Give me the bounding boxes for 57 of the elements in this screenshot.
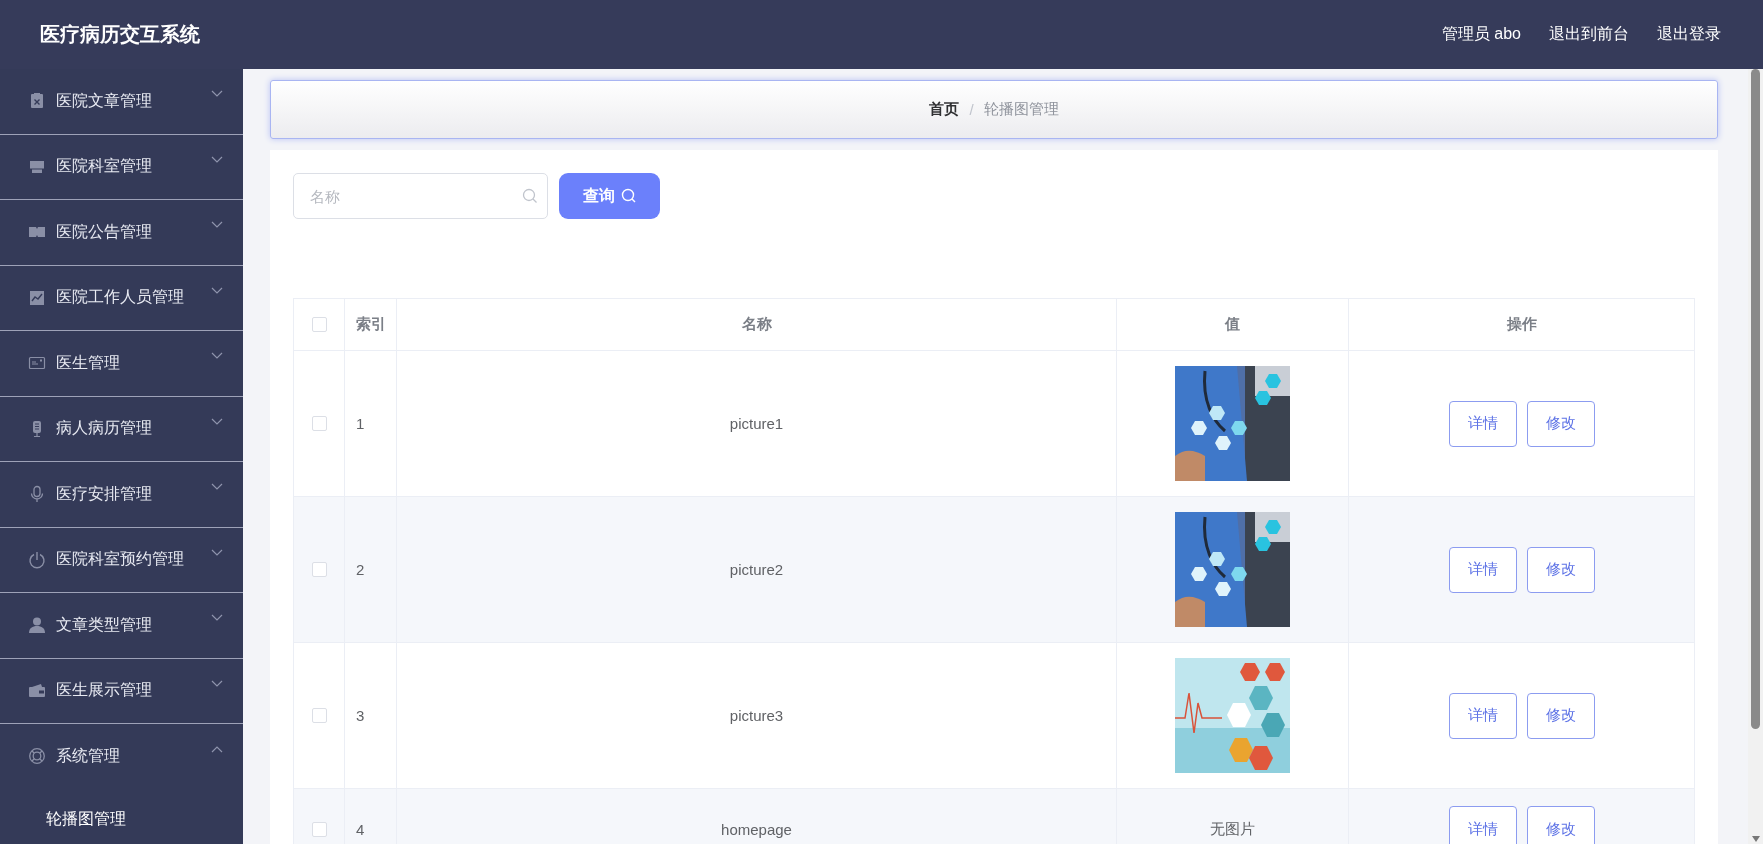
select-all-checkbox[interactable] (311, 317, 327, 332)
menu-item-icon (28, 92, 46, 111)
row-checkbox[interactable] (311, 416, 327, 431)
menu-item-icon (28, 747, 46, 766)
action-button[interactable]: 详情 (1448, 400, 1517, 447)
menu-item-icon (28, 485, 46, 504)
menu-item-icon (28, 288, 46, 307)
chevron-down-icon (211, 548, 223, 557)
column-header: 名称 (397, 299, 1117, 350)
table-cell: 2 (345, 497, 397, 642)
table-cell: picture2 (397, 497, 1117, 642)
scroll-down-icon[interactable] (1752, 836, 1760, 842)
action-button[interactable]: 修改 (1526, 546, 1595, 593)
chevron-down-icon (211, 352, 223, 361)
action-button[interactable]: 修改 (1526, 806, 1595, 844)
column-header: 值 (1117, 299, 1349, 350)
action-button[interactable]: 详情 (1448, 806, 1517, 844)
row-checkbox[interactable] (311, 708, 327, 723)
column-header: 索引 (345, 299, 397, 350)
search-field[interactable]: 名称 (293, 173, 548, 219)
breadcrumb-link[interactable]: 首页 (929, 100, 960, 119)
app-title: 医疗病历交互系统 (40, 22, 200, 47)
table-cell: 无图片 (1117, 789, 1349, 844)
row-checkbox[interactable] (311, 821, 327, 837)
table-cell: picture3 (397, 643, 1117, 788)
chevron-down-icon (211, 155, 223, 164)
sidebar-item[interactable]: 系统管理 (0, 724, 243, 789)
search-icon (620, 188, 637, 204)
action-button[interactable]: 详情 (1448, 692, 1517, 739)
chevron-down-icon (211, 417, 223, 426)
table-cell: picture1 (397, 351, 1117, 496)
scrollbar[interactable] (1748, 69, 1763, 844)
chevron-down-icon (211, 221, 223, 230)
menu-item-icon (28, 550, 46, 569)
chevron-down-icon (211, 90, 223, 99)
table-cell: 1 (345, 351, 397, 496)
menu-item-icon (28, 681, 46, 700)
table-cell: homepage (397, 789, 1117, 844)
table-cell: 4 (345, 789, 397, 844)
column-header: 操作 (1505, 314, 1538, 334)
row-checkbox[interactable] (311, 562, 327, 577)
submenu-item[interactable]: 轮播图管理 (0, 788, 243, 844)
action-button[interactable]: 修改 (1526, 400, 1595, 447)
action-button[interactable]: 详情 (1448, 546, 1517, 593)
chevron-down-icon (211, 483, 223, 492)
header-link[interactable]: 退出登录 (1657, 24, 1721, 45)
search-icon (522, 188, 538, 204)
chevron-up-icon (211, 745, 223, 754)
table-cell: 3 (345, 643, 397, 788)
breadcrumb-separator: / (969, 101, 974, 118)
chevron-down-icon (211, 614, 223, 623)
chevron-down-icon (211, 679, 223, 688)
menu-item-icon (28, 616, 46, 635)
header-link[interactable]: 退出到前台 (1549, 24, 1629, 45)
chevron-down-icon (211, 286, 223, 295)
action-button[interactable]: 修改 (1526, 692, 1595, 739)
header-link[interactable]: 管理员 abo (1441, 24, 1521, 45)
